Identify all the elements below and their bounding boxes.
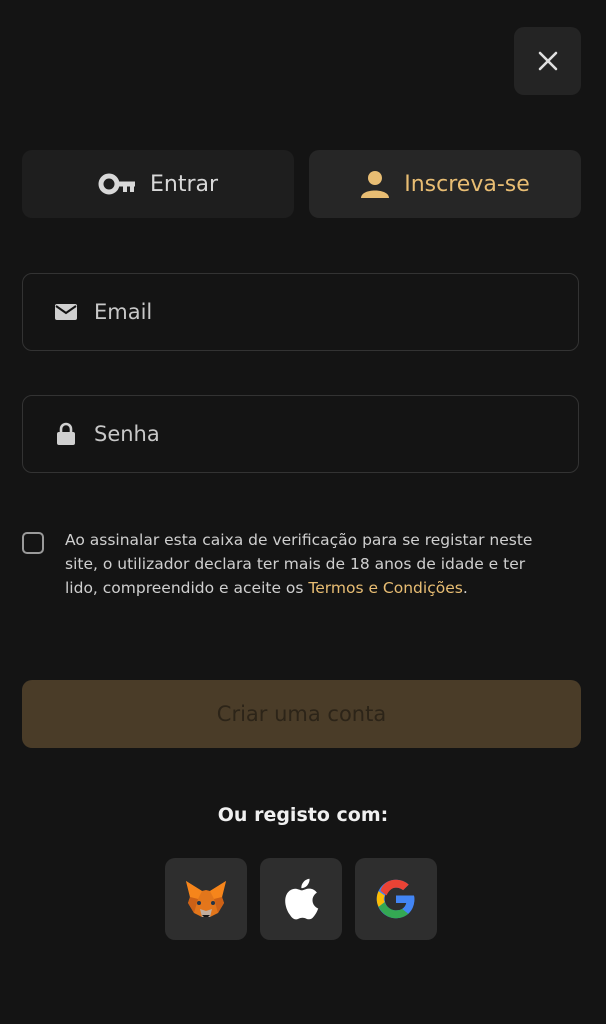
create-account-button[interactable]: Criar uma conta: [22, 680, 581, 748]
tab-signup[interactable]: Inscreva-se: [309, 150, 581, 218]
user-icon: [360, 169, 390, 199]
terms-text-suffix: .: [462, 579, 468, 597]
metamask-icon: [186, 881, 226, 917]
email-input[interactable]: [92, 273, 578, 351]
apple-button[interactable]: [260, 858, 342, 940]
password-input[interactable]: [92, 395, 578, 473]
social-label: Ou registo com:: [217, 804, 389, 826]
google-icon: [376, 879, 415, 919]
terms-checkbox[interactable]: [22, 532, 44, 554]
tab-login-label: Entrar: [149, 171, 219, 197]
close-icon: [538, 51, 557, 71]
lock-icon: [52, 422, 80, 446]
terms-text: Ao assinalar esta caixa de verificação p…: [65, 528, 545, 600]
email-field[interactable]: [22, 273, 579, 351]
google-button[interactable]: [355, 858, 437, 940]
mail-icon: [52, 304, 80, 320]
apple-icon: [285, 878, 319, 920]
password-field[interactable]: [22, 395, 579, 473]
social-buttons: [165, 858, 437, 940]
auth-tabs: Entrar Inscreva-se: [22, 150, 581, 218]
terms-link[interactable]: Termos e Condições: [308, 579, 462, 597]
tab-login[interactable]: Entrar: [22, 150, 294, 218]
metamask-button[interactable]: [165, 858, 247, 940]
key-icon: [98, 173, 136, 195]
close-button[interactable]: [514, 27, 581, 95]
terms-section: Ao assinalar esta caixa de verificação p…: [22, 528, 562, 600]
tab-signup-label: Inscreva-se: [404, 171, 530, 197]
